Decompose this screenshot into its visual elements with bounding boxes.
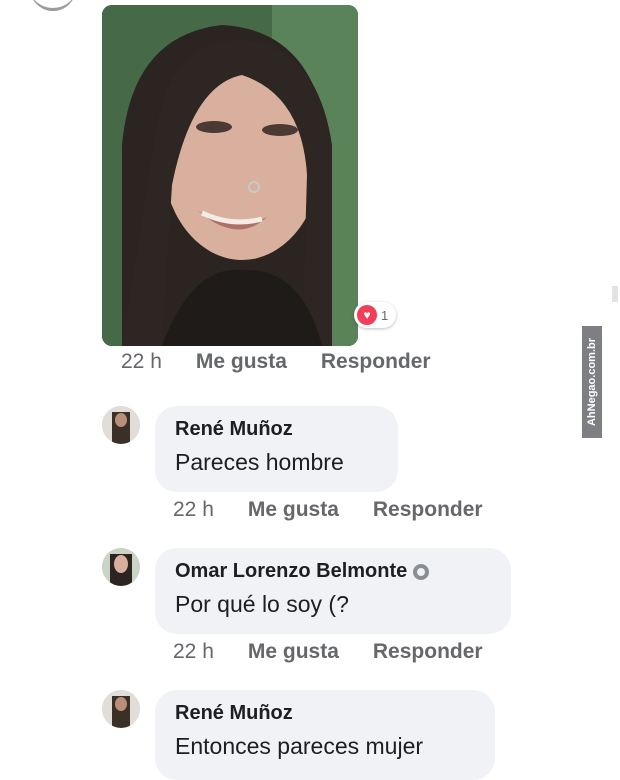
- avatar[interactable]: [102, 406, 140, 444]
- comment-bubble: René Muñoz Pareces hombre: [155, 406, 398, 492]
- comment-text: Por qué lo soy (?: [175, 591, 349, 617]
- like-button[interactable]: Me gusta: [248, 498, 339, 522]
- reaction-count: 1: [381, 307, 389, 323]
- commenter-name-row: Omar Lorenzo Belmonte: [175, 560, 489, 583]
- scrollbar[interactable]: [612, 286, 618, 302]
- watermark: AhNegao.com.br: [582, 326, 602, 438]
- commenter-name[interactable]: René Muñoz: [175, 418, 376, 441]
- like-button[interactable]: Me gusta: [248, 640, 339, 664]
- avatar[interactable]: [102, 690, 140, 728]
- reply-button[interactable]: Responder: [373, 498, 483, 522]
- timestamp: 22 h: [121, 350, 162, 373]
- post-author-avatar[interactable]: [30, 0, 76, 11]
- post-actions: 22 h Me gusta Responder: [121, 350, 431, 374]
- like-button[interactable]: Me gusta: [196, 350, 287, 374]
- timestamp: 22 h: [173, 640, 214, 663]
- top-fan-badge-icon: [413, 563, 430, 580]
- reply-button[interactable]: Responder: [373, 640, 483, 664]
- avatar[interactable]: [102, 548, 140, 586]
- comment-photo[interactable]: [102, 5, 358, 346]
- comment-bubble: Omar Lorenzo Belmonte Por qué lo soy (?: [155, 548, 511, 634]
- timestamp: 22 h: [173, 498, 214, 521]
- comment-actions: 22 h Me gusta Responder: [173, 640, 483, 664]
- reaction-badge[interactable]: ♥ 1: [354, 302, 397, 328]
- comment-actions: 22 h Me gusta Responder: [173, 498, 483, 522]
- commenter-name[interactable]: René Muñoz: [175, 702, 473, 725]
- watermark-text: AhNegao.com.br: [586, 337, 599, 427]
- comment-text: Pareces hombre: [175, 449, 344, 475]
- comment-text: Entonces pareces mujer: [175, 733, 424, 759]
- comment-bubble: René Muñoz Entonces pareces mujer: [155, 690, 495, 780]
- reply-button[interactable]: Responder: [321, 350, 431, 374]
- love-reaction-icon: ♥: [357, 305, 377, 325]
- commenter-name[interactable]: Omar Lorenzo Belmonte: [175, 560, 407, 583]
